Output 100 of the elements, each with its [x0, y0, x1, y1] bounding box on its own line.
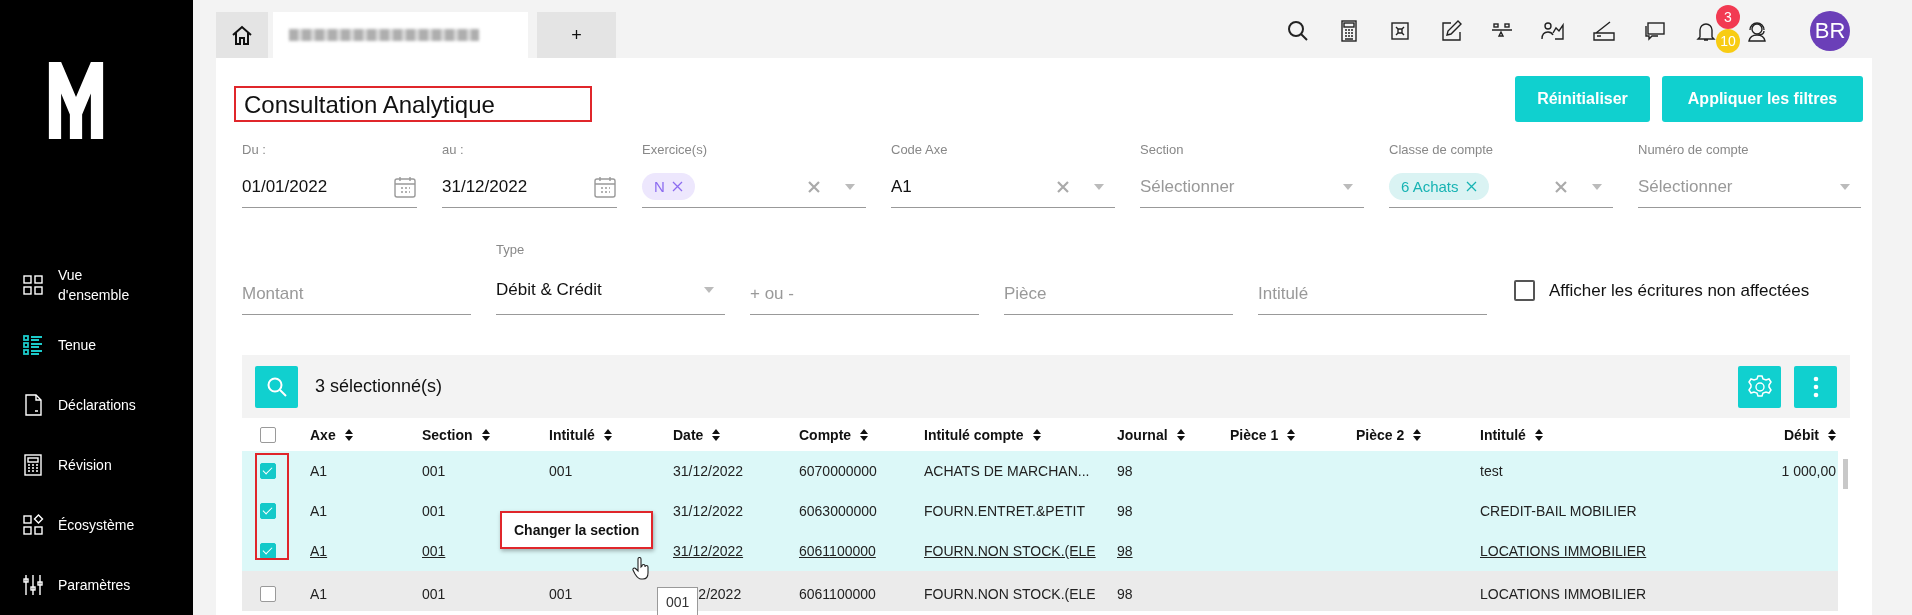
table-cell: 6063000000 — [799, 503, 877, 519]
calendar-icon[interactable] — [393, 174, 417, 199]
table-cell: 6061100000 — [799, 586, 876, 602]
scrollbar-thumb[interactable] — [1843, 459, 1848, 489]
table-cell: LOCATIONS IMMOBILIER — [1480, 586, 1647, 602]
table-cell: ACHATS DE MARCHAN... — [924, 463, 1090, 479]
table-cell: 001 — [549, 586, 573, 602]
column-header[interactable]: Pièce 1 — [1230, 426, 1279, 443]
nav-item[interactable]: Écosystème — [0, 495, 193, 555]
table-cell: 2/2022 — [698, 586, 742, 602]
sort-icon[interactable] — [1176, 428, 1185, 441]
table-cell: 98 — [1117, 503, 1133, 519]
headset-icon[interactable] — [1745, 19, 1769, 43]
column-header[interactable]: Intitulé — [549, 426, 595, 443]
scanner-icon[interactable] — [1592, 19, 1616, 43]
table-cell: 001 — [422, 586, 446, 602]
checkbox[interactable] — [1514, 280, 1535, 301]
page-title: Consultation Analytique — [244, 91, 495, 119]
field-label: au : — [442, 141, 465, 159]
column-header[interactable]: Section — [422, 426, 473, 443]
date-field[interactable]: 01/01/2022 — [242, 160, 417, 208]
more-icon — [1812, 375, 1819, 398]
sort-icon[interactable] — [1828, 428, 1836, 441]
field-label: Type — [496, 241, 526, 259]
table-cell: A1 — [310, 586, 328, 602]
sort-icon[interactable] — [481, 428, 490, 441]
date-field[interactable]: 31/12/2022 — [442, 160, 617, 208]
table-cell: 98 — [1117, 586, 1133, 602]
edit-icon[interactable] — [1439, 19, 1463, 43]
table-cell: 001 — [422, 463, 446, 479]
table-cell: CREDIT-BAIL MOBILIER — [1480, 503, 1637, 519]
settings-icon — [1746, 373, 1773, 400]
field-label: Exercice(s) — [642, 141, 708, 159]
column-header[interactable]: Intitulé compte — [924, 426, 1024, 443]
nav-item[interactable]: Déclarations — [0, 375, 193, 435]
notification-badge: 3 — [1716, 5, 1740, 29]
remove-icon[interactable] — [671, 181, 683, 192]
column-header[interactable]: Journal — [1117, 426, 1168, 443]
field-label: Code Axe — [891, 141, 949, 159]
home-tab[interactable] — [216, 12, 268, 58]
checkbox[interactable] — [260, 543, 276, 559]
table-cell: 6061100000 — [799, 543, 876, 559]
checkbox[interactable] — [260, 463, 276, 479]
table-cell: 31/12/2022 — [673, 543, 744, 559]
chat-icon[interactable] — [1643, 19, 1667, 43]
sort-icon[interactable] — [344, 428, 353, 441]
selection-count: 3 sélectionné(s) — [315, 376, 443, 397]
checkbox-label: Afficher les écritures non affectées — [1549, 280, 1810, 301]
table-cell: A1 — [310, 503, 328, 519]
checkbox[interactable] — [260, 503, 276, 519]
user-avatar[interactable]: BR — [1810, 11, 1850, 51]
table-cell: FOURN.NON STOCK.(ELE — [924, 586, 1096, 602]
table-cell: A1 — [310, 463, 328, 479]
table-cell: 31/12/2022 — [673, 463, 744, 479]
new-tab[interactable]: + — [537, 12, 616, 58]
nav-item[interactable]: Vue d'ensemble — [0, 255, 193, 315]
hand-cursor-icon — [632, 557, 650, 581]
calendar-icon[interactable] — [593, 174, 617, 199]
sort-icon[interactable] — [712, 428, 721, 441]
table-cell: LOCATIONS IMMOBILIER — [1480, 543, 1647, 559]
column-header[interactable]: Compte — [799, 426, 852, 443]
table-cell: 6070000000 — [799, 463, 877, 479]
table-cell: 31/12/2022 — [673, 503, 744, 519]
nav-item[interactable]: Tenue — [0, 315, 193, 375]
table-cell: 001 — [422, 503, 446, 519]
sort-icon[interactable] — [1413, 428, 1422, 441]
sort-icon[interactable] — [603, 428, 612, 441]
table-cell: FOURN.NON STOCK.(ELE — [924, 543, 1096, 559]
field-label: Section — [1140, 141, 1185, 159]
checkbox[interactable] — [260, 426, 276, 443]
table-cell: test — [1480, 463, 1503, 479]
nav-item[interactable]: Paramètres — [0, 555, 193, 615]
table-cell: 98 — [1117, 463, 1133, 479]
column-header[interactable]: Axe — [310, 426, 336, 443]
column-header[interactable]: Débit — [1784, 426, 1819, 443]
search-icon — [265, 375, 288, 398]
table-row[interactable]: A1 001 001 31/12/2022 6070000000 ACHATS DE MARCHAN... 98 test 1 000,00 — [242, 451, 1838, 491]
table-cell: FOURN.ENTRET.&PETIT — [924, 503, 1085, 519]
column-header[interactable]: Pièce 2 — [1356, 426, 1405, 443]
column-header[interactable]: Intitulé — [1480, 426, 1526, 443]
table-cell: 001 — [422, 543, 446, 559]
field-label: Classe de compte — [1389, 141, 1495, 159]
search-icon[interactable] — [1286, 19, 1310, 43]
tooltip: Changer la section — [500, 511, 654, 549]
sort-icon[interactable] — [860, 428, 869, 441]
table-cell: 98 — [1117, 543, 1133, 559]
table-cell: A1 — [310, 543, 328, 559]
table-cell: 001 — [549, 463, 573, 479]
field-label: Du : — [242, 141, 267, 159]
column-header[interactable]: Date — [673, 426, 704, 443]
sort-icon[interactable] — [1534, 428, 1543, 441]
notification-badge: 10 — [1716, 29, 1740, 53]
home-icon — [231, 24, 253, 46]
table-cell: 1 000,00 — [1781, 463, 1836, 479]
nav-item[interactable]: Révision — [0, 435, 193, 495]
sort-icon[interactable] — [1287, 428, 1296, 441]
select-field[interactable]: Débit & Crédit — [496, 260, 725, 315]
person-chart-icon[interactable] — [1541, 19, 1565, 43]
sort-icon[interactable] — [1032, 428, 1041, 441]
checkbox[interactable] — [260, 586, 276, 602]
